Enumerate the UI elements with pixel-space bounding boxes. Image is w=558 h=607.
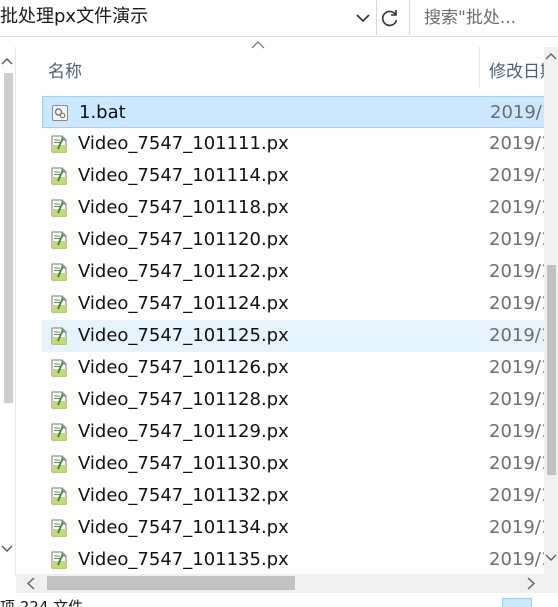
script-file-icon	[49, 518, 69, 538]
file-row[interactable]: Video_7547_101114.px 2019/1	[42, 160, 558, 192]
file-row[interactable]: Video_7547_101124.px 2019/1	[42, 288, 558, 320]
file-name: Video_7547_101129.px	[78, 421, 289, 442]
file-row[interactable]: Video_7547_101111.px 2019/1	[42, 128, 558, 160]
column-header-name[interactable]: 名称	[48, 57, 82, 82]
navigation-pane-scrollbar[interactable]	[0, 47, 16, 575]
file-name: Video_7547_101132.px	[78, 485, 289, 506]
file-row[interactable]: Video_7547_101134.px 2019/1	[42, 512, 558, 544]
address-path[interactable]: 批处理px文件演示	[0, 6, 148, 28]
chevron-down-icon	[356, 14, 370, 23]
script-file-icon	[49, 134, 69, 154]
vertical-scroll-thumb[interactable]	[547, 265, 556, 475]
file-row[interactable]: Video_7547_101120.px 2019/1	[42, 224, 558, 256]
search-box[interactable]	[409, 0, 558, 35]
scroll-down-arrow-icon[interactable]	[544, 553, 558, 563]
script-file-icon	[49, 230, 69, 250]
script-file-icon	[49, 454, 69, 474]
file-name: Video_7547_101128.px	[78, 389, 289, 410]
file-list: 1.bat 2019/1 Video_7547_101111.px 2019/1 Vid…	[42, 96, 558, 573]
file-row[interactable]: 1.bat 2019/1	[42, 96, 558, 128]
file-name: Video_7547_101126.px	[78, 357, 289, 378]
script-file-icon	[49, 294, 69, 314]
file-row[interactable]: Video_7547_101122.px 2019/1	[42, 256, 558, 288]
file-name: Video_7547_101130.px	[78, 453, 289, 474]
file-name: Video_7547_101134.px	[78, 517, 289, 538]
column-divider[interactable]	[479, 47, 480, 87]
vertical-scrollbar[interactable]	[544, 47, 558, 574]
script-file-icon	[49, 422, 69, 442]
horizontal-scrollbar[interactable]	[16, 574, 544, 593]
file-row[interactable]: Video_7547_101130.px 2019/1	[42, 448, 558, 480]
sort-ascending-icon	[251, 41, 265, 49]
script-file-icon	[49, 198, 69, 218]
file-row[interactable]: Video_7547_101118.px 2019/1	[42, 192, 558, 224]
file-name: Video_7547_101114.px	[78, 165, 289, 186]
horizontal-scroll-thumb[interactable]	[47, 576, 295, 590]
details-view-button[interactable]	[502, 598, 532, 607]
file-name: Video_7547_101122.px	[78, 261, 289, 282]
file-row[interactable]: Video_7547_101135.px 2019/1	[42, 544, 558, 573]
script-file-icon	[49, 550, 69, 570]
file-name: Video_7547_101124.px	[78, 293, 289, 314]
address-toolbar: 批处理px文件演示	[0, 0, 558, 37]
file-row[interactable]: Video_7547_101132.px 2019/1	[42, 480, 558, 512]
script-file-icon	[49, 390, 69, 410]
scroll-down-arrow-icon[interactable]	[1, 545, 13, 553]
file-name: Video_7547_101111.px	[78, 133, 289, 154]
file-name: Video_7547_101120.px	[78, 229, 289, 250]
file-name: Video_7547_101118.px	[78, 197, 289, 218]
file-row[interactable]: Video_7547_101129.px 2019/1	[42, 416, 558, 448]
scroll-left-arrow-icon[interactable]	[26, 577, 36, 590]
gear-file-icon	[50, 103, 70, 123]
file-name: Video_7547_101135.px	[78, 549, 289, 570]
address-history-dropdown[interactable]	[350, 4, 376, 32]
scrollbar-corner	[544, 574, 558, 593]
address-field[interactable]: 批处理px文件演示	[0, 0, 377, 35]
scroll-right-arrow-icon[interactable]	[526, 577, 536, 590]
script-file-icon	[49, 326, 69, 346]
navigation-scroll-thumb[interactable]	[4, 73, 13, 403]
refresh-button[interactable]	[377, 4, 403, 32]
script-file-icon	[49, 486, 69, 506]
script-file-icon	[49, 358, 69, 378]
refresh-icon	[381, 10, 398, 27]
file-row[interactable]: Video_7547_101126.px 2019/1	[42, 352, 558, 384]
script-file-icon	[49, 166, 69, 186]
explorer-window: 批处理px文件演示 名称 修改日期 1.	[0, 0, 558, 607]
scroll-up-arrow-icon[interactable]	[1, 57, 13, 65]
file-name: 1.bat	[79, 102, 126, 123]
status-bar: 项 224 文件...	[0, 593, 558, 607]
column-header-row	[0, 46, 558, 92]
search-input[interactable]	[424, 6, 554, 30]
script-file-icon	[49, 262, 69, 282]
file-row[interactable]: Video_7547_101128.px 2019/1	[42, 384, 558, 416]
file-name: Video_7547_101125.px	[78, 325, 289, 346]
file-row[interactable]: Video_7547_101125.px 2019/1	[42, 320, 558, 352]
status-item-count: 项 224 文件...	[0, 598, 98, 607]
scroll-up-arrow-icon[interactable]	[544, 51, 558, 61]
